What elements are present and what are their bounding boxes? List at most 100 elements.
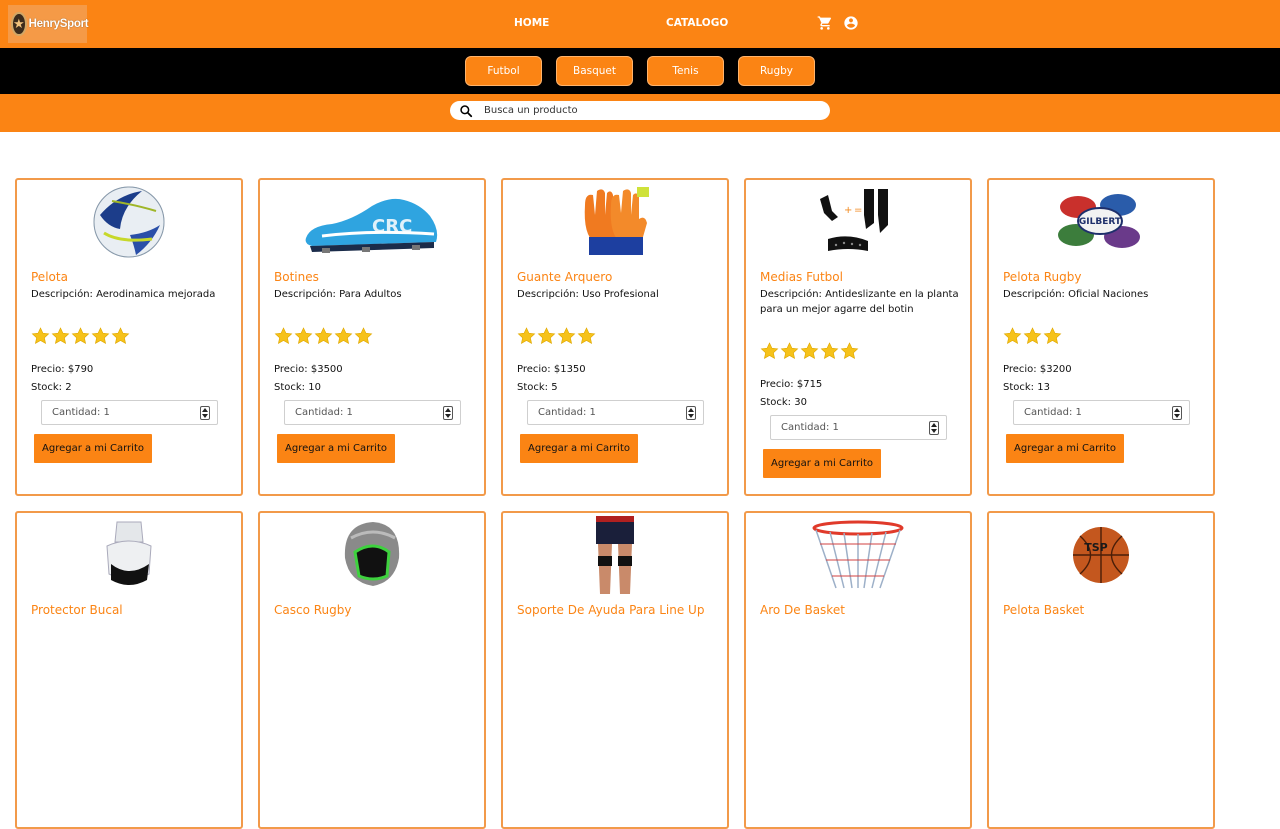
soccer-ball-image (93, 186, 165, 258)
quantity-stepper[interactable]: Cantidad: 1 (527, 400, 704, 425)
product-title[interactable]: Pelota (31, 270, 68, 284)
top-navbar: ★ HenrySport HOME CATALOGO (0, 0, 1280, 48)
search-bar (0, 94, 1280, 132)
product-title[interactable]: Medias Futbol (760, 270, 843, 284)
quantity-stepper[interactable]: Cantidad: 1 (1013, 400, 1190, 425)
product-price: Precio: $790 (31, 364, 94, 375)
product-card: TSP Pelota Basket (987, 511, 1215, 829)
product-card: Casco Rugby (258, 511, 486, 829)
nav-catalogo-link[interactable]: CATALOGO (666, 17, 728, 29)
product-title[interactable]: Botines (274, 270, 319, 284)
socks-image: + = (820, 189, 888, 251)
product-description: Descripción: Para Adultos (274, 289, 402, 300)
goalkeeper-glove-image (584, 187, 649, 255)
add-to-cart-button[interactable]: Agregar a mi Carrito (520, 434, 638, 463)
logo-star-icon: ★ (11, 12, 27, 36)
search-box[interactable] (450, 101, 830, 120)
star-icon (71, 327, 90, 344)
product-image[interactable] (545, 183, 685, 261)
user-icon[interactable] (843, 15, 859, 31)
product-image[interactable] (59, 183, 199, 261)
rugby-balls-image: GILBERT (1058, 194, 1140, 248)
product-stock: Stock: 30 (760, 397, 807, 408)
cart-icon[interactable] (817, 15, 833, 31)
product-title[interactable]: Protector Bucal (31, 603, 123, 617)
product-title[interactable]: Pelota Basket (1003, 603, 1084, 617)
star-icon (91, 327, 110, 344)
category-bar: Futbol Basquet Tenis Rugby (0, 48, 1280, 94)
search-input[interactable] (484, 105, 804, 116)
product-description: Descripción: Aerodinamica mejorada (31, 289, 216, 300)
product-card: Soporte De Ayuda Para Line Up (501, 511, 729, 829)
product-title[interactable]: Soporte De Ayuda Para Line Up (517, 603, 704, 617)
logo-text: HenrySport (28, 18, 89, 30)
product-image[interactable]: CRC (302, 183, 442, 261)
rating-stars (1003, 326, 1062, 345)
spinner-arrows-icon[interactable] (200, 406, 210, 420)
spinner-arrows-icon[interactable] (686, 406, 696, 420)
logo[interactable]: ★ HenrySport (8, 5, 89, 43)
quantity-stepper[interactable]: Cantidad: 1 (284, 400, 461, 425)
product-card: Guante Arquero Descripción: Uso Profesio… (501, 178, 729, 496)
star-icon (334, 327, 353, 344)
rugby-helmet-image (344, 522, 400, 586)
product-image[interactable]: + = (788, 183, 928, 261)
star-icon (1023, 327, 1042, 344)
add-to-cart-button[interactable]: Agregar a mi Carrito (277, 434, 395, 463)
category-rugby-button[interactable]: Rugby (738, 56, 815, 86)
nav-home-link[interactable]: HOME (514, 17, 549, 29)
quantity-stepper[interactable]: Cantidad: 1 (770, 415, 947, 440)
product-stock: Stock: 2 (31, 382, 72, 393)
star-icon (354, 327, 373, 344)
svg-text:+: + (844, 205, 852, 216)
star-icon (1003, 327, 1022, 344)
product-image[interactable] (302, 516, 442, 594)
svg-text:=: = (854, 205, 862, 216)
product-title[interactable]: Pelota Rugby (1003, 270, 1081, 284)
star-icon (577, 327, 596, 344)
category-tenis-button[interactable]: Tenis (647, 56, 724, 86)
star-icon (840, 342, 859, 359)
spinner-arrows-icon[interactable] (929, 421, 939, 435)
product-title[interactable]: Guante Arquero (517, 270, 612, 284)
product-description: Descripción: Uso Profesional (517, 289, 659, 300)
product-description: Descripción: Oficial Naciones (1003, 289, 1149, 300)
search-icon[interactable] (459, 104, 473, 118)
product-image[interactable] (788, 516, 928, 594)
product-price: Precio: $1350 (517, 364, 586, 375)
product-stock: Stock: 13 (1003, 382, 1050, 393)
add-to-cart-button[interactable]: Agregar a mi Carrito (34, 434, 152, 463)
rating-stars (274, 326, 373, 345)
star-icon (537, 327, 556, 344)
product-image[interactable] (545, 516, 685, 594)
spinner-arrows-icon[interactable] (1172, 406, 1182, 420)
rating-stars (31, 326, 130, 345)
quantity-value: Cantidad: 1 (1024, 407, 1082, 418)
product-image[interactable]: GILBERT (1031, 183, 1171, 261)
star-icon (51, 327, 70, 344)
quantity-stepper[interactable]: Cantidad: 1 (41, 400, 218, 425)
add-to-cart-button[interactable]: Agregar a mi Carrito (763, 449, 881, 478)
product-price: Precio: $3500 (274, 364, 343, 375)
category-futbol-button[interactable]: Futbol (465, 56, 542, 86)
svg-text:CRC: CRC (372, 216, 412, 237)
product-card: Pelota Descripción: Aerodinamica mejorad… (15, 178, 243, 496)
product-title[interactable]: Aro De Basket (760, 603, 845, 617)
product-title[interactable]: Casco Rugby (274, 603, 351, 617)
soccer-cleat-image: CRC (305, 198, 438, 253)
product-image[interactable] (59, 516, 199, 594)
category-basquet-button[interactable]: Basquet (556, 56, 633, 86)
rating-stars (517, 326, 596, 345)
product-image[interactable]: TSP (1031, 516, 1171, 594)
quantity-value: Cantidad: 1 (781, 422, 839, 433)
star-icon (760, 342, 779, 359)
spinner-arrows-icon[interactable] (443, 406, 453, 420)
lineup-support-image (596, 516, 634, 594)
product-description: Descripción: Antideslizante en la planta… (760, 289, 959, 315)
mouthguard-image (106, 521, 152, 585)
rating-stars (760, 341, 859, 360)
rugby-brand-text: GILBERT (1079, 217, 1122, 227)
star-icon (557, 327, 576, 344)
add-to-cart-button[interactable]: Agregar a mi Carrito (1006, 434, 1124, 463)
product-card: + = Medias Futbol Descripción: Antidesli… (744, 178, 972, 496)
